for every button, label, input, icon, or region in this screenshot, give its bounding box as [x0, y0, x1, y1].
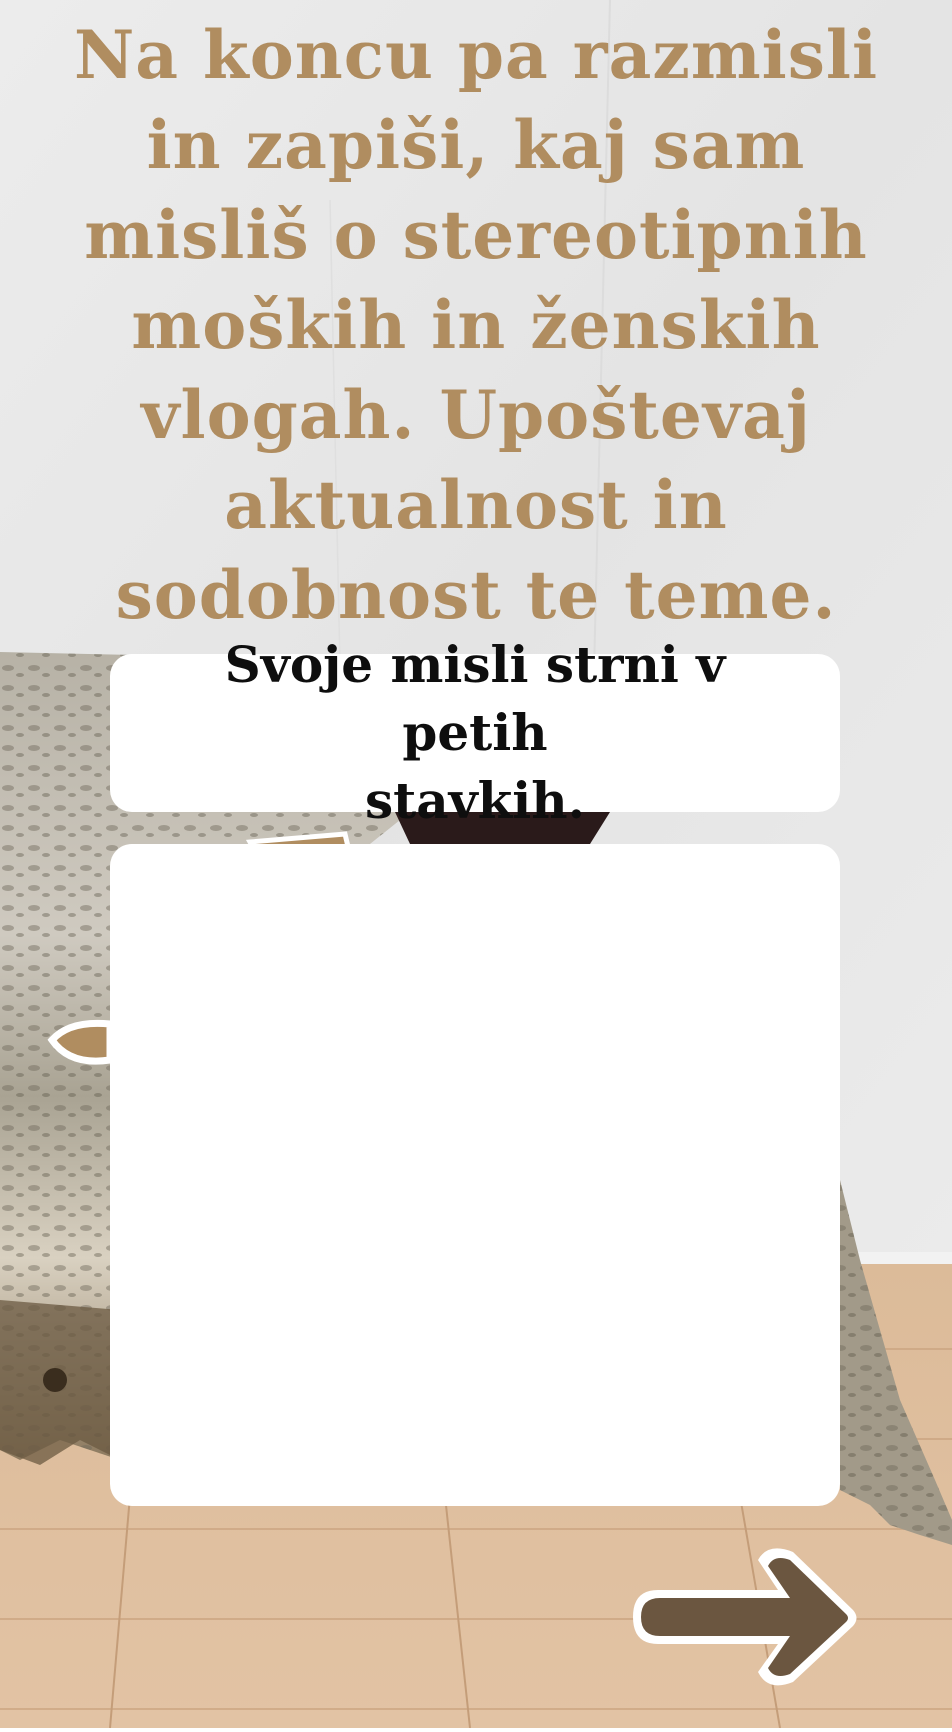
answer-input[interactable] [110, 844, 840, 1506]
instruction-card: Svoje misli strni v petih stavkih. [110, 635, 840, 830]
prompt-heading: Na koncu pa razmisli in zapiši, kaj sam … [73, 16, 879, 634]
instruction-text: Svoje misli strni v petih stavkih. [224, 635, 726, 830]
next-button[interactable] [628, 1540, 868, 1692]
arrow-right-icon [633, 1548, 857, 1686]
